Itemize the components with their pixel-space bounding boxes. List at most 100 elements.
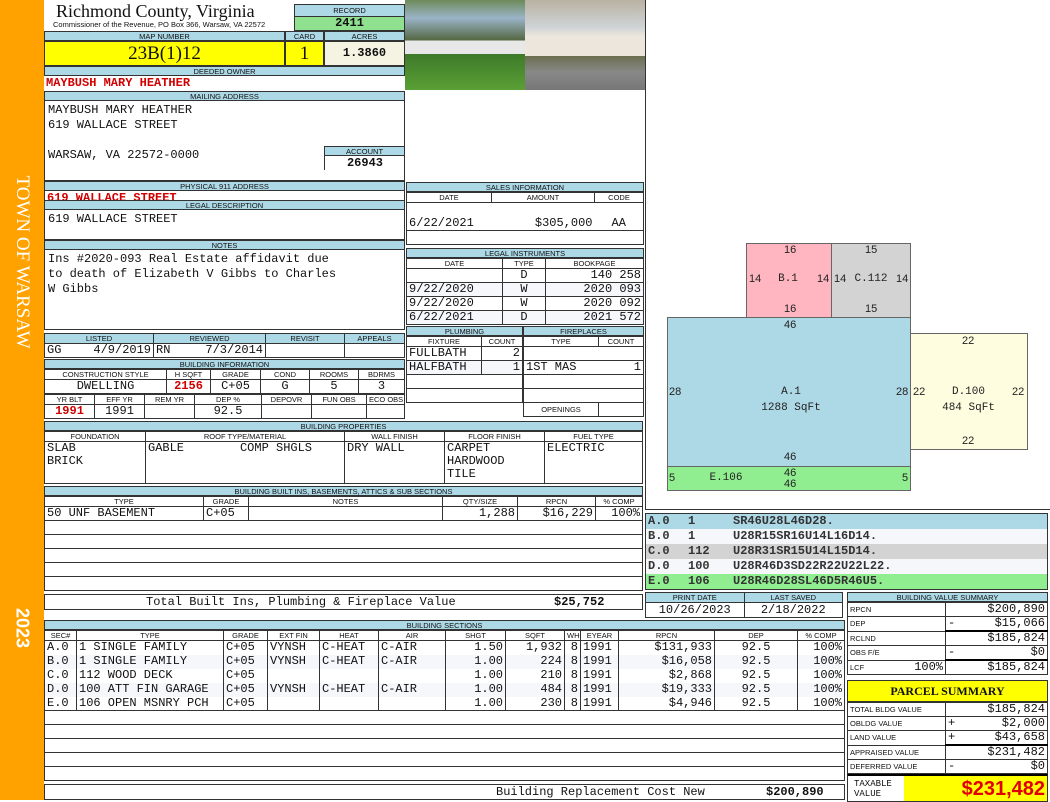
blank-row	[44, 548, 643, 563]
comp-cell: 100%	[797, 640, 845, 655]
dim-label: 16	[784, 244, 797, 256]
instrument-row: 9/22/2020 W 2020 092	[406, 296, 644, 311]
dim-label: 22	[962, 335, 975, 347]
plus-sign: +	[948, 716, 956, 730]
qty-cell: 1,288	[442, 506, 518, 521]
sqft-cell: 230	[505, 696, 565, 711]
type-cell: W	[502, 296, 546, 311]
account-number: 26943	[324, 156, 405, 170]
heat-cell	[319, 668, 379, 683]
dep-cell: 92.5	[714, 668, 798, 683]
col-header: WHGT	[564, 630, 581, 641]
listing-block: LISTED REVIEWED REVISIT APPEALS GG 4/9/2019 …	[44, 333, 405, 419]
tax-year: 2023	[12, 607, 33, 649]
count-cell: 1	[481, 360, 523, 375]
heat-cell: C-HEAT	[319, 640, 379, 655]
col-count: COUNT	[598, 336, 644, 347]
building-value-summary: BUILDING VALUE SUMMARY RPCN $200,890 DEP -…	[847, 592, 1048, 675]
col-grade: GRADE	[203, 496, 249, 507]
instrument-row: 6/22/2021 D 2021 572	[406, 310, 644, 325]
deferred-value: $0	[1030, 759, 1045, 773]
col-fixture: FIXTURE	[406, 336, 482, 347]
col-header: SHGT	[445, 630, 506, 641]
building-sketch[interactable]: 16 16 14 14 B.1 15 15 14 14 C.112 46 46 …	[645, 0, 1050, 510]
book-cell: 140 258	[545, 268, 644, 283]
col-hsqft: H SQFT	[166, 369, 211, 380]
rclnd-value: $185,824	[945, 630, 1048, 646]
col-count: COUNT	[481, 336, 523, 347]
sketch-codes: A.0 1 SR46U28L46D28. B.0 1 U28R15SR16U14L16D1…	[645, 513, 1048, 590]
roof-material: COMP SHGLS	[239, 441, 312, 455]
ext-cell: VYNSH	[267, 640, 320, 655]
air-cell	[378, 696, 446, 711]
book-cell: 2020 093	[545, 282, 644, 297]
building-properties: BUILDING PROPERTIES FOUNDATION ROOF TYPE/…	[44, 421, 643, 484]
property-photo-1[interactable]	[405, 0, 525, 90]
col-rem-yr: REM YR	[144, 394, 195, 405]
col-header: EYEAR	[580, 630, 619, 641]
sales-information: SALES INFORMATION DATE AMOUNT CODE 6/22/20…	[406, 182, 644, 245]
dim-label: 14	[817, 273, 830, 285]
dim-label: 15	[865, 244, 878, 256]
minus-sign: -	[948, 616, 956, 630]
comp-cell: 100%	[797, 654, 845, 669]
notes-cell	[248, 506, 443, 521]
col-header: % COMP	[797, 630, 845, 641]
fixture-cell: HALFBATH	[406, 360, 482, 375]
grade-cell: C+05	[223, 640, 268, 655]
col-cond: COND	[260, 369, 310, 380]
eyear-cell: 1991	[580, 668, 619, 683]
dim-label: 22	[913, 386, 926, 398]
notes-label: NOTES	[44, 240, 405, 250]
instrument-row: D 140 258	[406, 268, 644, 283]
property-photo-2[interactable]	[525, 0, 645, 90]
deferred-label: DEFERRED VALUE	[847, 759, 946, 774]
properties-label: BUILDING PROPERTIES	[44, 421, 643, 431]
grade-cell: C+05	[223, 696, 268, 711]
col-roof: ROOF TYPE/MATERIAL	[145, 431, 345, 442]
dates-block: PRINT DATE LAST SAVED 10/26/2023 2/18/2022	[645, 592, 843, 618]
col-date: DATE	[406, 258, 503, 269]
shgt-cell: 1.50	[445, 640, 506, 655]
fuel-type: ELECTRIC	[544, 441, 643, 484]
col-grade: GRADE	[210, 369, 261, 380]
section-row: B.0 1 SINGLE FAMILY C+05 VYNSH C-HEAT C-AIR 1.…	[44, 654, 845, 669]
dep-value: $15,066	[994, 616, 1045, 630]
blank-row	[44, 738, 845, 753]
fireplaces-label: FIREPLACES	[523, 326, 644, 336]
rpcn-cell: $19,333	[618, 682, 715, 697]
eyear-cell: 1991	[580, 682, 619, 697]
shgt-cell: 1.00	[445, 696, 506, 711]
roof-type: GABLE	[148, 441, 185, 455]
col-rpcn: RPCN	[517, 496, 596, 507]
sec-cell: B.0	[646, 529, 686, 544]
builtins-total-row: Total Built Ins, Plumbing & Fireplace Va…	[44, 594, 643, 610]
section-row: A.0 1 SINGLE FAMILY C+05 VYNSH C-HEAT C-AIR 1.…	[44, 640, 845, 655]
floor-finish: TILE	[447, 467, 476, 481]
dim-label: 14	[834, 273, 847, 285]
col-header: GRADE	[223, 630, 268, 641]
builtins-total-label: Total Built Ins, Plumbing & Fireplace Va…	[146, 595, 456, 609]
sec-cell: D.0	[44, 682, 77, 697]
sec-cell: C.0	[648, 544, 670, 558]
legal-description-label: LEGAL DESCRIPTION	[44, 200, 405, 210]
built-ins: BUILDING BUILT INS, BASEMENTS, ATTICS & …	[44, 486, 643, 610]
legal-description: 619 WALLACE STREET	[44, 210, 405, 240]
owner-block: DEEDED OWNER MAYBUSH MARY HEATHER MAILIN…	[44, 66, 405, 207]
eyear-cell: 1991	[580, 654, 619, 669]
sale-amount: $305,000	[534, 216, 593, 230]
area-label: C.112	[854, 273, 888, 285]
sqft-cell: 484	[505, 682, 565, 697]
taxable-value: $231,482	[904, 776, 1047, 801]
ext-cell: VYNSH	[267, 654, 320, 669]
builtins-total: $25,752	[554, 595, 605, 609]
col-construction-style: CONSTRUCTION STYLE	[44, 369, 167, 380]
obldg-label: OBLDG VALUE	[847, 716, 946, 731]
dep-cell: 92.5	[714, 696, 798, 711]
town-name: TOWN OF WARSAW	[12, 175, 33, 349]
last-saved-date: 2/18/2022	[743, 602, 843, 618]
type-cell: 112 WOOD DECK	[76, 668, 224, 683]
legal-notes-block: LEGAL DESCRIPTION 619 WALLACE STREET NOT…	[44, 200, 405, 330]
col-amount: AMOUNT	[491, 192, 595, 203]
taxable-label: TAXABLE VALUE	[854, 779, 892, 799]
